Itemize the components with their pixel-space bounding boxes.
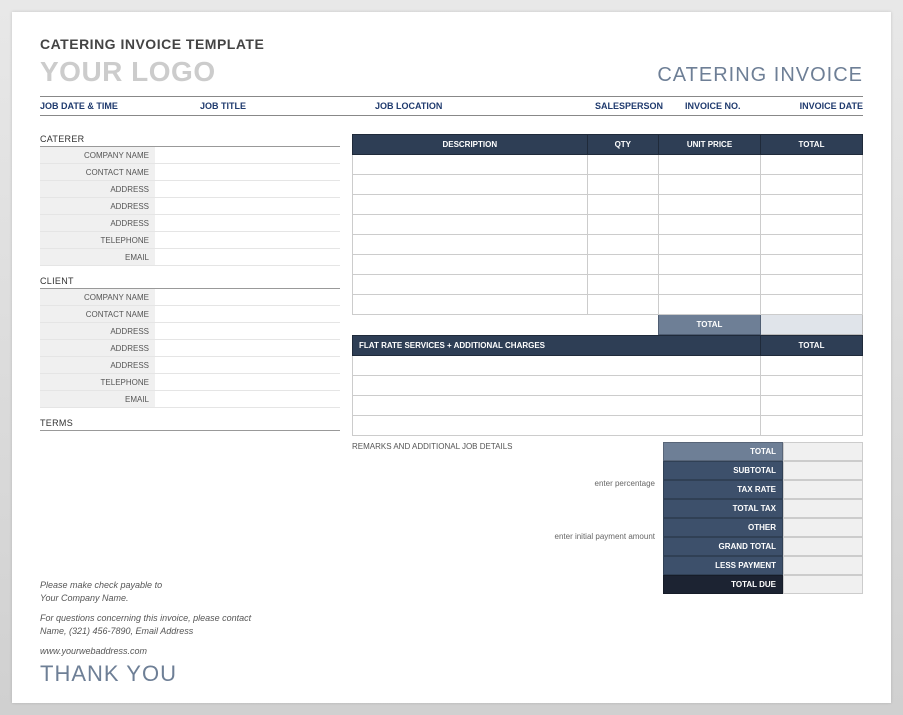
- caterer-block: COMPANY NAME CONTACT NAME ADDRESS ADDRES…: [40, 146, 340, 266]
- job-header: JOB DATE & TIME JOB TITLE JOB LOCATION S…: [40, 96, 863, 116]
- summ-total-label: TOTAL: [663, 442, 783, 461]
- flat-row[interactable]: [353, 376, 863, 396]
- thank-you: THANK YOU: [40, 661, 177, 687]
- jh-invoice-date: INVOICE DATE: [775, 101, 863, 111]
- item-row[interactable]: [353, 255, 863, 275]
- client-address3-label: ADDRESS: [40, 357, 155, 373]
- remarks-title: REMARKS AND ADDITIONAL JOB DETAILS: [352, 442, 663, 451]
- items-total-value: [760, 315, 862, 335]
- footer-text: Please make check payable to Your Compan…: [40, 579, 340, 659]
- items-total-row: TOTAL: [353, 315, 863, 335]
- hint-initial-payment: enter initial payment amount: [352, 532, 663, 541]
- summ-totaltax-value: [783, 499, 863, 518]
- invoice-page: CATERING INVOICE TEMPLATE YOUR LOGO CATE…: [12, 12, 891, 703]
- client-address1-label: ADDRESS: [40, 323, 155, 339]
- header-row: YOUR LOGO CATERING INVOICE: [40, 56, 863, 88]
- jh-salesperson: SALESPERSON: [595, 101, 685, 111]
- client-block: COMPANY NAME CONTACT NAME ADDRESS ADDRES…: [40, 288, 340, 408]
- th-total: TOTAL: [760, 135, 862, 155]
- flat-row[interactable]: [353, 356, 863, 376]
- summ-other-value[interactable]: [783, 518, 863, 537]
- summ-lesspayment-value[interactable]: [783, 556, 863, 575]
- flat-header: FLAT RATE SERVICES + ADDITIONAL CHARGES: [353, 336, 761, 356]
- flat-row[interactable]: [353, 396, 863, 416]
- summ-taxrate-label: TAX RATE: [663, 480, 783, 499]
- right-column: DESCRIPTION QTY UNIT PRICE TOTAL TOTAL: [352, 134, 863, 594]
- terms-label: TERMS: [40, 418, 340, 428]
- summ-lesspayment-label: LESS PAYMENT: [663, 556, 783, 575]
- left-column: CATERER COMPANY NAME CONTACT NAME ADDRES…: [40, 134, 340, 594]
- logo-placeholder: YOUR LOGO: [40, 56, 216, 88]
- terms-divider: [40, 430, 340, 431]
- flat-row[interactable]: [353, 416, 863, 436]
- item-row[interactable]: [353, 195, 863, 215]
- remarks-area: REMARKS AND ADDITIONAL JOB DETAILS enter…: [352, 442, 663, 594]
- item-row[interactable]: [353, 275, 863, 295]
- item-row[interactable]: [353, 215, 863, 235]
- item-row[interactable]: [353, 235, 863, 255]
- caterer-address2-label: ADDRESS: [40, 198, 155, 214]
- caterer-address1-label: ADDRESS: [40, 181, 155, 197]
- client-company-label: COMPANY NAME: [40, 289, 155, 305]
- summary: TOTAL SUBTOTAL TAX RATE TOTAL TAX OTHER …: [663, 442, 863, 594]
- client-section: CLIENT: [40, 276, 340, 286]
- caterer-address3-label: ADDRESS: [40, 215, 155, 231]
- client-email-label: EMAIL: [40, 391, 155, 407]
- summ-total-value: [783, 442, 863, 461]
- caterer-company-label: COMPANY NAME: [40, 147, 155, 163]
- summ-totaldue-label: TOTAL DUE: [663, 575, 783, 594]
- footer-url: www.yourwebaddress.com: [40, 645, 340, 659]
- footer-line2: For questions concerning this invoice, p…: [40, 612, 340, 639]
- summ-subtotal-label: SUBTOTAL: [663, 461, 783, 480]
- th-qty: QTY: [587, 135, 658, 155]
- th-description: DESCRIPTION: [353, 135, 588, 155]
- client-contact-label: CONTACT NAME: [40, 306, 155, 322]
- caterer-telephone-label: TELEPHONE: [40, 232, 155, 248]
- client-telephone-label: TELEPHONE: [40, 374, 155, 390]
- jh-datetime: JOB DATE & TIME: [40, 101, 200, 111]
- summ-grandtotal-value: [783, 537, 863, 556]
- summ-taxrate-value[interactable]: [783, 480, 863, 499]
- summ-subtotal-value: [783, 461, 863, 480]
- summ-other-label: OTHER: [663, 518, 783, 537]
- caterer-contact-label: CONTACT NAME: [40, 164, 155, 180]
- hint-percentage: enter percentage: [352, 479, 663, 488]
- summ-grandtotal-label: GRAND TOTAL: [663, 537, 783, 556]
- item-row[interactable]: [353, 295, 863, 315]
- summ-totaltax-label: TOTAL TAX: [663, 499, 783, 518]
- items-table: DESCRIPTION QTY UNIT PRICE TOTAL TOTAL: [352, 134, 863, 335]
- item-row[interactable]: [353, 175, 863, 195]
- summ-totaldue-value: [783, 575, 863, 594]
- client-address2-label: ADDRESS: [40, 340, 155, 356]
- flat-total-header: TOTAL: [761, 336, 863, 356]
- items-total-label: TOTAL: [658, 315, 760, 335]
- caterer-email-label: EMAIL: [40, 249, 155, 265]
- jh-invoice-no: INVOICE NO.: [685, 101, 775, 111]
- jh-location: JOB LOCATION: [375, 101, 595, 111]
- flat-rate-table: FLAT RATE SERVICES + ADDITIONAL CHARGES …: [352, 335, 863, 436]
- invoice-title: CATERING INVOICE: [657, 64, 863, 87]
- footer-line1: Please make check payable to Your Compan…: [40, 579, 340, 606]
- caterer-section: CATERER: [40, 134, 340, 144]
- item-row[interactable]: [353, 155, 863, 175]
- template-title: CATERING INVOICE TEMPLATE: [40, 36, 863, 52]
- jh-title: JOB TITLE: [200, 101, 375, 111]
- th-unit-price: UNIT PRICE: [658, 135, 760, 155]
